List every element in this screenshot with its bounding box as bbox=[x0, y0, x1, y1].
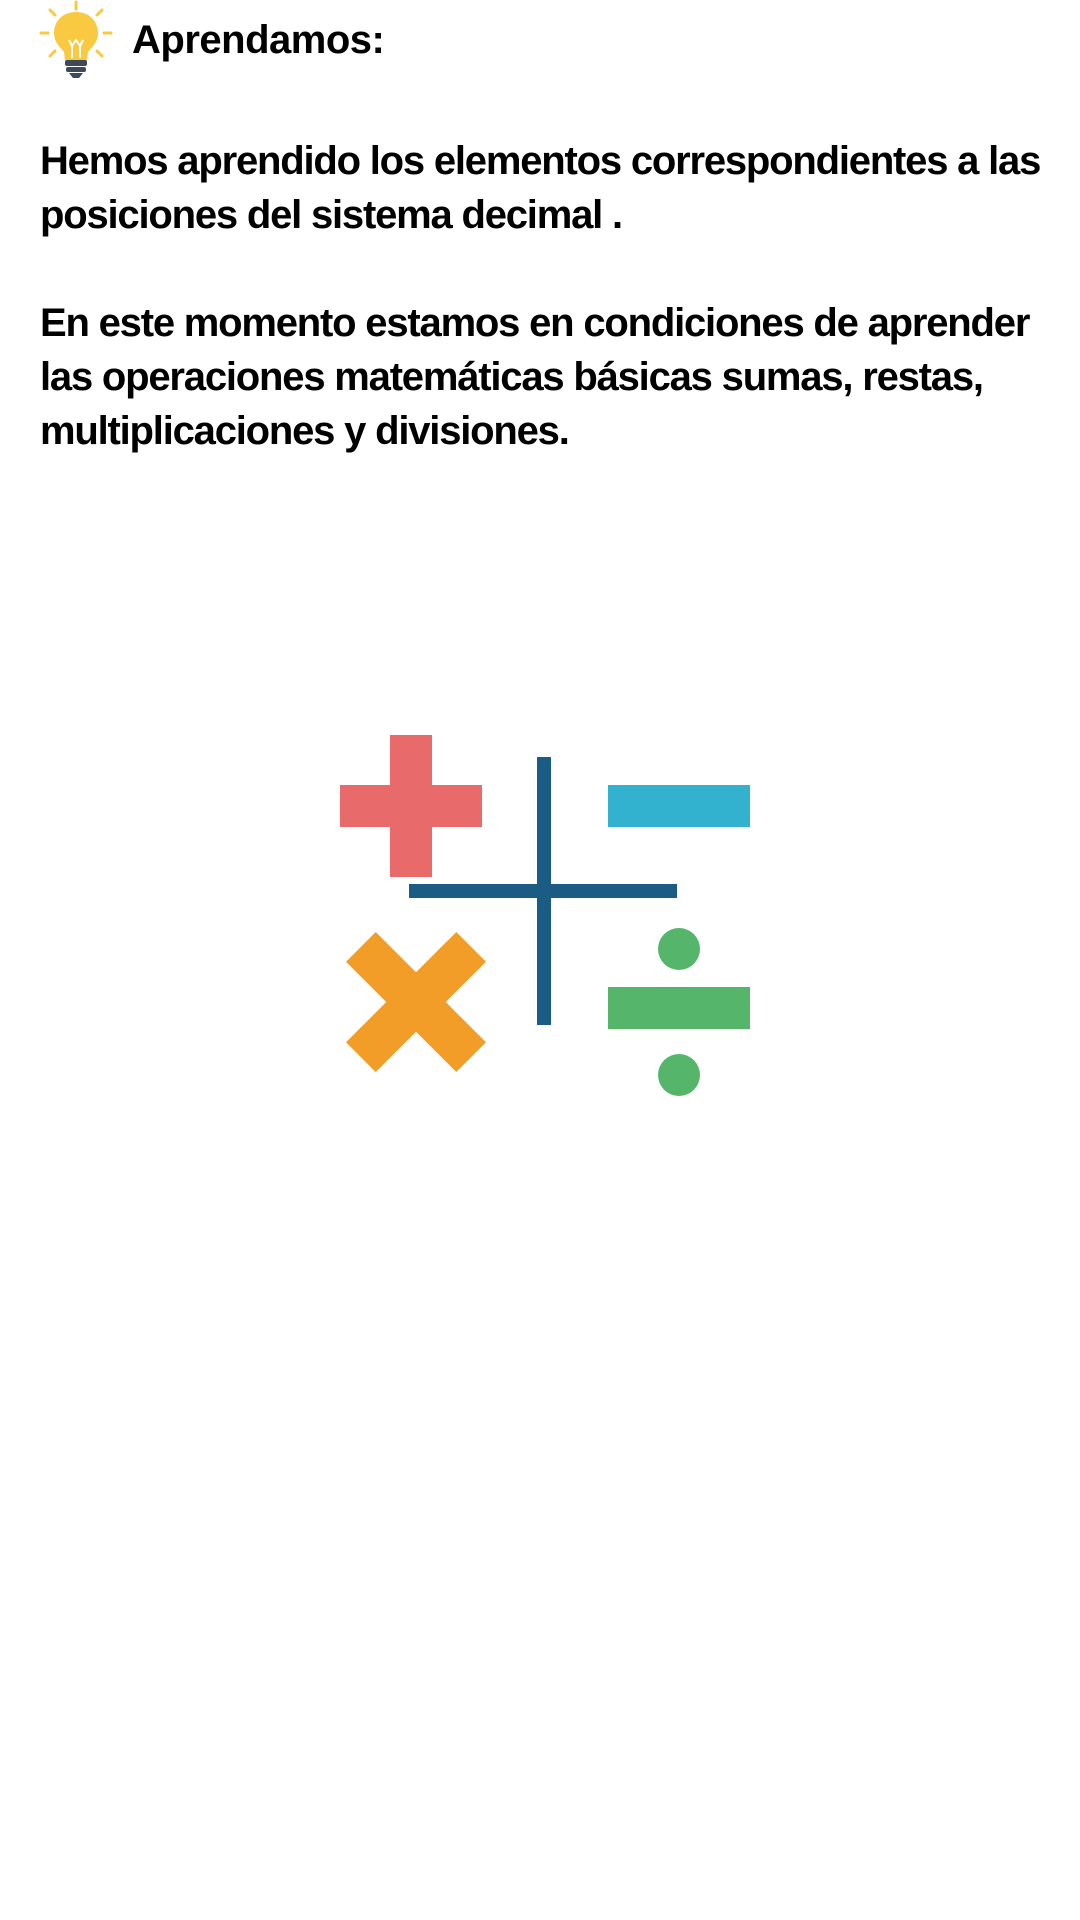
plus-icon bbox=[340, 735, 482, 877]
lightbulb-icon bbox=[39, 0, 113, 78]
paragraph-learned: Hemos aprendido los elementos correspond… bbox=[40, 139, 1041, 237]
minus-icon bbox=[608, 785, 750, 827]
times-icon bbox=[345, 931, 487, 1073]
paragraph-operations: En este momento estamos en condiciones d… bbox=[40, 301, 1030, 453]
section-header: Aprendamos: bbox=[38, 0, 385, 80]
math-operations-icon bbox=[340, 735, 750, 1096]
page-title: Aprendamos: bbox=[132, 17, 385, 62]
cross-horizontal-bar bbox=[409, 884, 677, 898]
divide-icon bbox=[608, 928, 750, 1096]
